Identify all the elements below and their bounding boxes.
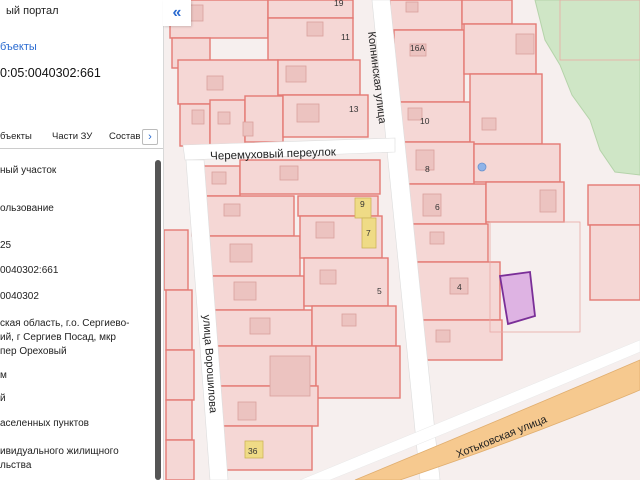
house-number: 16А bbox=[410, 43, 425, 53]
parcel[interactable] bbox=[303, 257, 389, 307]
building bbox=[229, 243, 253, 263]
building bbox=[319, 269, 337, 285]
panel-scrollbar-thumb[interactable] bbox=[155, 160, 161, 480]
house-number: 9 bbox=[360, 199, 365, 209]
double-chevron-left-icon: « bbox=[172, 4, 182, 21]
parcel[interactable] bbox=[221, 425, 313, 471]
parcel[interactable] bbox=[315, 345, 401, 399]
parcel[interactable] bbox=[473, 143, 561, 183]
map-canvas[interactable]: Черемуховый переулок Копнинская улица ул… bbox=[163, 0, 640, 480]
info-row-permitted-2: льства bbox=[0, 460, 32, 471]
info-row-status: м bbox=[0, 370, 7, 381]
tab-parts[interactable]: Части ЗУ bbox=[52, 131, 92, 142]
building bbox=[206, 75, 224, 91]
building bbox=[285, 65, 307, 83]
parcel[interactable] bbox=[469, 73, 543, 145]
cadastral-map[interactable]: Черемуховый переулок Копнинская улица ул… bbox=[163, 0, 640, 480]
building bbox=[539, 189, 557, 213]
info-row-type: ный участок bbox=[0, 165, 57, 176]
info-row-address-2: ий, г Сергиев Посад, мкр bbox=[0, 332, 116, 343]
info-row-address-1: ская область, г.о. Сергиево- bbox=[0, 318, 130, 329]
parcel[interactable] bbox=[282, 94, 369, 138]
building bbox=[237, 401, 257, 421]
info-row-usage: ользование bbox=[0, 203, 54, 214]
parcel[interactable] bbox=[239, 159, 381, 195]
building bbox=[296, 103, 320, 123]
panel-scrollbar[interactable] bbox=[155, 150, 161, 480]
cadastral-number: 0:05:0040302:661 bbox=[0, 66, 101, 80]
info-row-cadastral: 0040302:661 bbox=[0, 265, 59, 276]
house-number: 4 bbox=[457, 282, 462, 292]
house-number: 10 bbox=[420, 116, 430, 126]
parcel[interactable] bbox=[393, 29, 465, 103]
house-number: 19 bbox=[334, 0, 344, 8]
building bbox=[481, 117, 497, 131]
building bbox=[435, 329, 451, 343]
house-number: 11 bbox=[341, 32, 350, 42]
building bbox=[223, 203, 241, 217]
building bbox=[405, 1, 419, 13]
info-row-permitted-1: ивидуального жилищного bbox=[0, 446, 119, 457]
building bbox=[233, 281, 257, 301]
building bbox=[515, 33, 535, 55]
house-number: 6 bbox=[435, 202, 440, 212]
parcel[interactable] bbox=[163, 229, 189, 291]
parcel[interactable] bbox=[405, 183, 487, 225]
portal-title: ый портал bbox=[6, 5, 59, 17]
water-marker-icon bbox=[477, 162, 487, 172]
parcel[interactable] bbox=[165, 439, 195, 480]
house-number: 7 bbox=[366, 228, 371, 238]
house-number: 5 bbox=[377, 286, 382, 296]
house-number: 13 bbox=[349, 104, 359, 114]
tab-bar: бъекты Части ЗУ Состав › bbox=[0, 124, 163, 149]
parcel[interactable] bbox=[165, 399, 193, 441]
parcel[interactable] bbox=[461, 0, 513, 25]
tabs-next-button[interactable]: › bbox=[142, 129, 158, 145]
building bbox=[341, 313, 357, 327]
house-number: 8 bbox=[425, 164, 430, 174]
parcel[interactable] bbox=[409, 223, 489, 263]
tab-objects[interactable]: бъекты bbox=[0, 131, 32, 142]
info-row-ownership: й bbox=[0, 393, 6, 404]
info-row-area: 25 bbox=[0, 240, 12, 251]
parcel[interactable] bbox=[589, 224, 640, 301]
building bbox=[249, 317, 271, 335]
building bbox=[217, 111, 231, 125]
collapse-panel-button[interactable]: « bbox=[163, 0, 191, 26]
building bbox=[211, 171, 227, 185]
info-row-category: аселенных пунктов bbox=[0, 418, 89, 429]
objects-link[interactable]: бъекты bbox=[0, 41, 37, 53]
building bbox=[269, 355, 311, 397]
tab-composition[interactable]: Состав bbox=[109, 131, 140, 142]
parcel[interactable] bbox=[389, 0, 463, 31]
parcel[interactable] bbox=[587, 184, 640, 226]
info-panel: ый портал бъекты 0:05:0040302:661 бъекты… bbox=[0, 0, 164, 480]
house-number: 36 bbox=[248, 446, 258, 456]
building bbox=[306, 21, 324, 37]
building bbox=[242, 121, 254, 137]
parcel[interactable] bbox=[165, 289, 193, 351]
building bbox=[429, 231, 445, 245]
info-row-address-3: пер Ореховый bbox=[0, 346, 67, 357]
parcel[interactable] bbox=[165, 349, 195, 401]
building bbox=[191, 109, 205, 125]
building bbox=[279, 165, 299, 181]
building bbox=[315, 221, 335, 239]
parcel[interactable] bbox=[401, 141, 475, 185]
info-row-quarter: 0040302 bbox=[0, 291, 39, 302]
